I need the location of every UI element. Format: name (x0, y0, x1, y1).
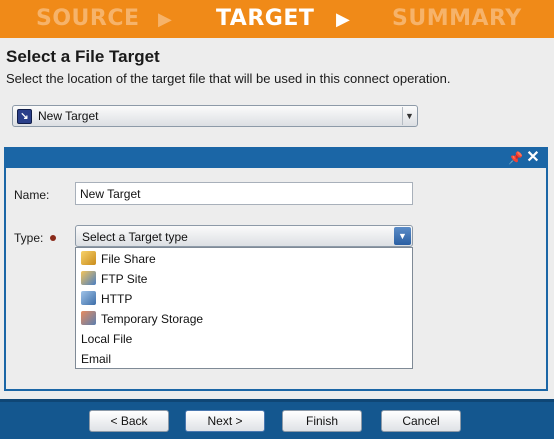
type-option-local-file[interactable]: Local File (76, 328, 412, 348)
close-icon[interactable]: ✕ (526, 149, 540, 167)
option-label: File Share (101, 252, 156, 266)
required-indicator-icon (50, 235, 56, 241)
chevron-down-icon[interactable]: ▼ (394, 227, 411, 245)
type-option-http[interactable]: HTTP (76, 288, 412, 308)
target-file-icon: ↘ (17, 109, 32, 124)
target-select-value: New Target (38, 109, 99, 123)
panel-title-bar: 📌 ✕ (6, 149, 546, 168)
next-button[interactable]: Next > (185, 410, 265, 432)
chevron-down-icon[interactable]: ▼ (402, 107, 416, 125)
ftp-site-icon (81, 271, 96, 285)
type-dropdown-list: File Share FTP Site HTTP Temporary Stora… (75, 247, 413, 369)
pin-icon[interactable]: 📌 (508, 151, 523, 165)
step-source[interactable]: SOURCE (36, 6, 140, 32)
option-label: Email (81, 352, 112, 366)
type-option-email[interactable]: Email (76, 348, 412, 368)
name-label: Name: (14, 188, 50, 202)
option-label: HTTP (101, 292, 133, 306)
file-share-icon (81, 251, 96, 265)
wizard-steps-bar: SOURCE ▶ TARGET ▶ SUMMARY (0, 0, 554, 38)
type-label: Type: (14, 231, 44, 245)
type-option-temporary-storage[interactable]: Temporary Storage (76, 308, 412, 328)
type-select-value: Select a Target type (82, 230, 188, 244)
option-label: Local File (81, 332, 133, 346)
step-arrow-icon: ▶ (336, 9, 350, 29)
option-label: Temporary Storage (101, 312, 204, 326)
http-icon (81, 291, 96, 305)
page-subtitle: Select the location of the target file t… (6, 71, 451, 86)
type-select[interactable]: Select a Target type ▼ (75, 225, 413, 247)
type-option-file-share[interactable]: File Share (76, 248, 412, 268)
finish-button[interactable]: Finish (282, 410, 362, 432)
temporary-storage-icon (81, 311, 96, 325)
name-field[interactable] (75, 182, 413, 205)
type-option-ftp-site[interactable]: FTP Site (76, 268, 412, 288)
step-summary[interactable]: SUMMARY (392, 6, 522, 32)
option-label: FTP Site (101, 272, 148, 286)
wizard-button-bar: < Back Next > Finish Cancel (0, 399, 554, 439)
step-target[interactable]: TARGET (216, 6, 314, 32)
step-arrow-icon: ▶ (158, 9, 172, 29)
cancel-button[interactable]: Cancel (381, 410, 461, 432)
target-select[interactable]: ↘ New Target ▼ (12, 105, 418, 127)
target-wizard-window: SOURCE ▶ TARGET ▶ SUMMARY Select a File … (0, 0, 554, 439)
page-title: Select a File Target (6, 47, 160, 66)
target-editor-panel: 📌 ✕ Name: Type: Select a Target type ▼ F… (4, 147, 548, 391)
back-button[interactable]: < Back (89, 410, 169, 432)
